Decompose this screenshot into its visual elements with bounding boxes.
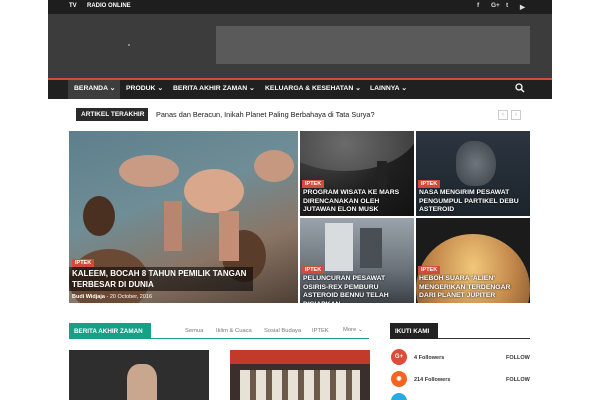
featured-tile-image <box>456 141 496 186</box>
featured-tile[interactable]: IPTEK HEBOH SUARA 'ALIEN' MENGERIKAN TER… <box>416 218 530 303</box>
follower-number: 4 <box>414 355 418 361</box>
follow-button[interactable]: FOLLOW <box>506 355 530 361</box>
featured-tile[interactable]: IPTEK NASA MENGIRIM PESAWAT PENGUMPUL PA… <box>416 131 530 216</box>
follower-number: 214 <box>414 377 424 383</box>
featured-tile-title[interactable]: NASA MENGIRIM PESAWAT PENGUMPUL PARTIKEL… <box>419 189 527 215</box>
ticker-next-button[interactable]: › <box>511 110 521 120</box>
header-ad-banner[interactable] <box>216 26 530 64</box>
facebook-icon[interactable]: f <box>477 2 479 9</box>
google-plus-icon[interactable]: G+ <box>491 2 500 9</box>
nav-label: PRODUK <box>126 85 156 92</box>
article-image <box>230 350 370 364</box>
follower-label: Followers <box>418 355 445 361</box>
featured-tile-title[interactable]: PELUNCURAN PESAWAT OSIRIS-REX PEMBURU AS… <box>303 275 411 303</box>
ticker-headline[interactable]: Panas dan Beracun, Inikah Planet Paling … <box>156 110 375 119</box>
date: - 20 October, 2016 <box>106 294 153 300</box>
follower-count: 214 Followers <box>414 377 450 383</box>
filter-more[interactable]: More ⌄ <box>343 327 363 333</box>
ticker-prev-button[interactable]: ‹ <box>498 110 508 120</box>
filter-more-label: More <box>343 327 357 333</box>
follow-button[interactable]: FOLLOW <box>506 377 530 383</box>
topbar-link-tv[interactable]: TV <box>69 3 77 9</box>
nav-label: LAINNYA <box>370 85 400 92</box>
category-tag[interactable]: IPTEK <box>418 266 441 274</box>
block-article-thumb[interactable] <box>69 350 209 400</box>
search-icon[interactable] <box>515 83 525 93</box>
twitter-icon[interactable] <box>391 393 407 400</box>
youtube-icon[interactable]: ▶ <box>520 3 525 11</box>
chevron-down-icon: ⌄ <box>249 85 255 92</box>
author[interactable]: Budi Widjaja <box>72 294 105 300</box>
featured-tile-image <box>325 223 353 271</box>
nav-item-berita-akhir-zaman[interactable]: BERITA AKHIR ZAMAN ⌄ <box>173 84 255 92</box>
featured-tile-image <box>300 131 414 171</box>
topbar-link-radio[interactable]: RADIO ONLINE <box>87 3 131 9</box>
nav-item-lainnya[interactable]: LAINNYA ⌄ <box>370 84 407 92</box>
featured-tile[interactable]: IPTEK PELUNCURAN PESAWAT OSIRIS-REX PEMB… <box>300 218 414 303</box>
nav-label: BERANDA <box>74 85 108 92</box>
chevron-down-icon: ⌄ <box>157 85 164 92</box>
follower-label: Followers <box>424 377 451 383</box>
block-title: BERITA AKHIR ZAMAN <box>69 323 151 339</box>
launch-tower <box>360 228 382 268</box>
featured-main-title[interactable]: KALEEM, BOCAH 8 TAHUN PEMILIK TANGAN TER… <box>69 267 253 291</box>
nav-item-beranda[interactable]: BERANDA ⌄ <box>74 84 115 92</box>
filter-iptek[interactable]: IPTEK <box>312 328 329 334</box>
featured-tile-title[interactable]: PROGRAM WISATA KE MARS DIRENCANAKAN OLEH… <box>303 189 411 215</box>
chevron-down-icon: ⌄ <box>355 85 361 92</box>
follower-count: 4 Followers <box>414 355 444 361</box>
logo[interactable] <box>128 44 130 46</box>
nav-label: KELUARGA & KESEHATAN <box>265 85 354 92</box>
top-bar: TV RADIO ONLINE f G+ t ▶ <box>48 0 552 14</box>
site-header <box>48 14 552 78</box>
main-nav: BERANDA ⌄ PRODUK ⌄ BERITA AKHIR ZAMAN ⌄ … <box>48 78 552 99</box>
nav-item-keluarga-kesehatan[interactable]: KELUARGA & KESEHATAN ⌄ <box>265 84 361 92</box>
chevron-down-icon: ⌄ <box>109 85 116 92</box>
sidebar-title: IKUTI KAMI <box>390 323 438 339</box>
person-figure <box>377 161 387 189</box>
featured-main-meta: Budi Widjaja - 20 October, 2016 <box>72 294 152 300</box>
nav-label: BERITA AKHIR ZAMAN <box>173 85 248 92</box>
category-tag[interactable]: IPTEK <box>72 259 95 267</box>
twitter-icon[interactable]: t <box>506 2 508 9</box>
crowd-figures <box>240 370 360 400</box>
nav-item-produk[interactable]: PRODUK ⌄ <box>126 84 163 92</box>
chevron-down-icon: ⌄ <box>357 327 363 333</box>
filter-semua[interactable]: Semua <box>185 328 203 334</box>
category-tag[interactable]: IPTEK <box>302 180 325 188</box>
chevron-down-icon: ⌄ <box>401 85 407 92</box>
category-tag[interactable]: IPTEK <box>418 180 441 188</box>
featured-tile-title[interactable]: HEBOH SUARA 'ALIEN' MENGERIKAN TERDENGAR… <box>419 275 527 301</box>
featured-tile[interactable]: IPTEK PROGRAM WISATA KE MARS DIRENCANAKA… <box>300 131 414 216</box>
article-image <box>127 364 157 400</box>
google-plus-icon[interactable]: G+ <box>391 349 407 365</box>
ticker-label: ARTIKEL TERAKHIR <box>76 108 148 121</box>
filter-sosial-budaya[interactable]: Sosial Budaya <box>264 328 301 334</box>
block-article-thumb[interactable] <box>230 350 370 400</box>
filter-iklim-cuaca[interactable]: Iklim & Cuaca <box>216 328 252 334</box>
category-tag[interactable]: IPTEK <box>302 266 325 274</box>
rss-icon[interactable]: ◉ <box>391 371 407 387</box>
